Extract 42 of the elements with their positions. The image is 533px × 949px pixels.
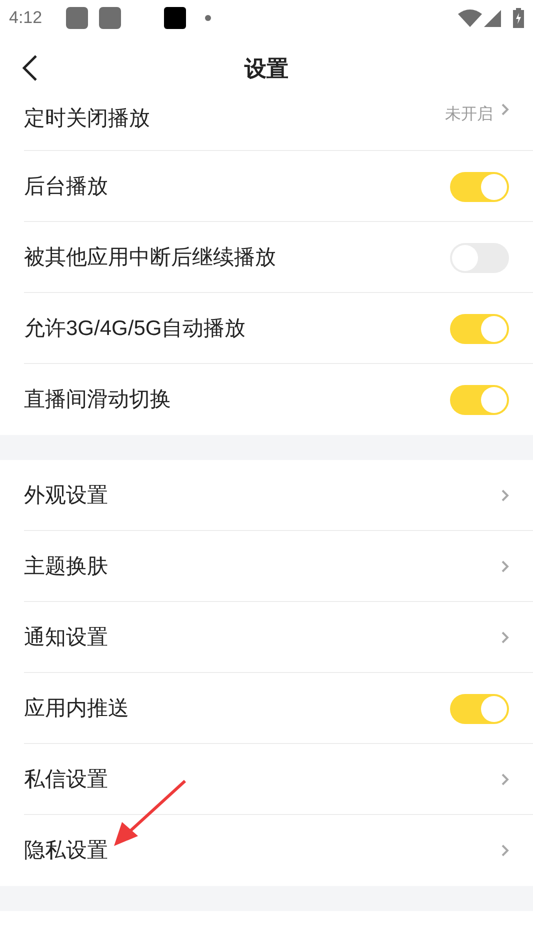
- wifi-icon: [458, 9, 482, 27]
- status-time: 4:12: [9, 7, 44, 30]
- settings-row[interactable]: 外观设置: [0, 460, 533, 531]
- settings-row[interactable]: 后台播放: [0, 151, 533, 222]
- row-label: 允许3G/4G/5G自动播放: [24, 316, 247, 342]
- settings-row[interactable]: 被其他应用中断后继续播放: [0, 222, 533, 293]
- chevron-icon: [501, 844, 509, 857]
- row-value: 未开启: [445, 104, 493, 125]
- signal-icon: [484, 10, 501, 26]
- row-label: 通知设置: [24, 624, 109, 651]
- chevron-icon: [501, 489, 509, 502]
- row-label: 隐私设置: [24, 838, 109, 864]
- settings-row[interactable]: 直播间滑动切换: [0, 364, 533, 435]
- chevron-icon: [501, 631, 509, 644]
- chevron-icon: [501, 103, 509, 116]
- row-label: 被其他应用中断后继续播放: [24, 244, 277, 271]
- page-title: 设置: [244, 54, 288, 82]
- settings-row[interactable]: 定时关闭播放 未开启: [0, 100, 533, 151]
- notification-icon: [164, 7, 186, 29]
- notification-icon: [99, 7, 121, 29]
- back-icon[interactable]: [22, 55, 38, 81]
- battery-icon: [513, 8, 524, 28]
- settings-row[interactable]: 应用内推送: [0, 673, 533, 744]
- toggle-switch[interactable]: [450, 172, 509, 202]
- row-label: 私信设置: [24, 766, 109, 793]
- row-label: 定时关闭播放: [24, 106, 151, 132]
- settings-row[interactable]: 通知设置: [0, 602, 533, 673]
- settings-row[interactable]: 隐私设置: [0, 815, 533, 886]
- row-label: 外观设置: [24, 482, 109, 509]
- row-label: 后台播放: [24, 174, 109, 200]
- row-label: 应用内推送: [24, 696, 130, 722]
- toggle-switch[interactable]: [450, 314, 509, 344]
- chevron-icon: [501, 560, 509, 573]
- chevron-icon: [501, 773, 509, 786]
- settings-row[interactable]: 允许3G/4G/5G自动播放: [0, 293, 533, 364]
- toggle-switch[interactable]: [450, 384, 509, 414]
- row-label: 直播间滑动切换: [24, 386, 172, 413]
- row-label: 主题换肤: [24, 554, 109, 580]
- settings-row[interactable]: 主题换肤: [0, 531, 533, 602]
- notification-icon: [66, 7, 88, 29]
- toggle-switch[interactable]: [450, 694, 509, 724]
- settings-row[interactable]: 私信设置: [0, 744, 533, 815]
